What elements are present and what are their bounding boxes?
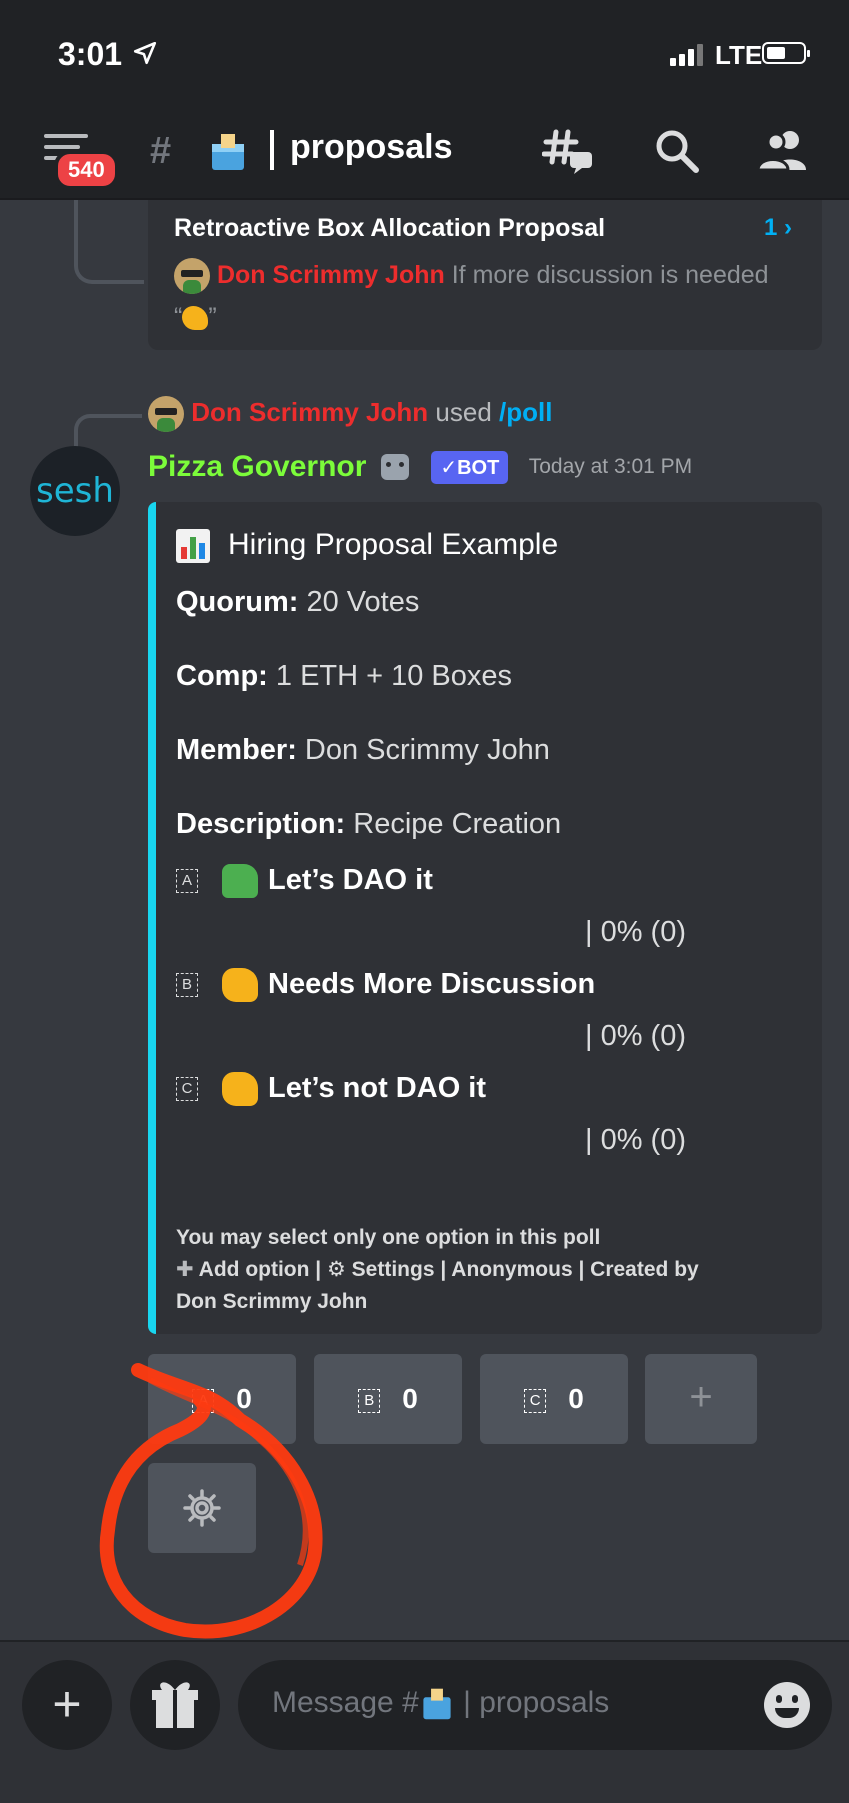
author-name[interactable]: Pizza Governor <box>148 450 366 483</box>
location-arrow-icon <box>133 41 157 65</box>
vote-count: 0 <box>568 1383 584 1414</box>
embed-title: Hiring Proposal Example <box>228 528 559 561</box>
embed-footer: You may select only one option in this p… <box>176 1222 796 1318</box>
status-bar: 3:01 LTE <box>0 0 849 100</box>
option-a-result: | 0% (0) <box>584 916 686 948</box>
field-comp: Comp: 1 ETH + 10 Boxes <box>176 660 513 692</box>
message-timestamp: Today at 3:01 PM <box>528 455 693 478</box>
footer-line-1: You may select only one option in this p… <box>176 1226 601 1249</box>
option-label: Needs More Discussion <box>268 968 596 1000</box>
members-icon[interactable] <box>756 124 810 178</box>
gift-button[interactable] <box>130 1660 220 1750</box>
channel-title: proposals <box>290 128 453 166</box>
embed-title-row: Hiring Proposal Example <box>176 528 559 564</box>
threads-icon[interactable] <box>542 124 596 178</box>
poll-option-c: C Let’s not DAO it <box>176 1072 487 1107</box>
user-avatar <box>148 396 184 432</box>
battery-icon <box>762 42 810 64</box>
user-avatar <box>174 258 210 295</box>
thread-author[interactable]: Don Scrimmy John <box>217 261 445 289</box>
discord-channel-screen: 3:01 LTE 540 # proposals Retroactive Box… <box>0 0 849 1803</box>
option-label: Let’s not DAO it <box>268 1072 487 1104</box>
ballot-box-icon <box>423 1688 451 1720</box>
header-separator <box>270 130 274 170</box>
vote-button-c[interactable]: C0 <box>480 1354 628 1444</box>
message-placeholder: Message # | proposals <box>272 1686 609 1721</box>
clock: 3:01 <box>58 36 123 72</box>
slash-command[interactable]: /poll <box>499 397 552 427</box>
ballot-box-icon <box>212 134 244 170</box>
attach-button[interactable]: + <box>22 1660 112 1750</box>
letter-c-icon: C <box>176 1077 198 1102</box>
command-user[interactable]: Don Scrimmy John <box>191 397 428 427</box>
field-quorum: Quorum: 20 Votes <box>176 586 420 618</box>
gift-icon <box>152 1682 198 1728</box>
poll-option-a: A Let’s DAO it <box>176 864 433 899</box>
bot-badge: ✓BOT <box>431 450 509 484</box>
footer-line-2: ✚ Add option | ⚙ Settings | Anonymous | … <box>176 1258 699 1281</box>
message-header: Pizza Governor ✓BOT Today at 3:01 PM <box>148 450 692 484</box>
thread-last-message: Don Scrimmy John If more discussion is n… <box>174 254 774 338</box>
vote-count: 0 <box>402 1383 418 1414</box>
option-b-result: | 0% (0) <box>584 1020 686 1052</box>
emoji-picker-icon[interactable] <box>764 1682 810 1728</box>
letter-b-icon: B <box>358 1388 381 1413</box>
private-channel-icon: # <box>150 130 172 172</box>
add-option-button[interactable]: + <box>645 1354 757 1444</box>
network-type: LTE <box>715 40 763 70</box>
thread-message-count[interactable]: 1 › <box>764 214 792 242</box>
pinching-hand-icon <box>182 306 209 331</box>
letter-c-icon: C <box>524 1388 547 1413</box>
thread-title: Retroactive Box Allocation Proposal <box>174 214 606 242</box>
bar-chart-icon <box>176 529 210 564</box>
poll-embed: Hiring Proposal Example Quorum: 20 Votes… <box>148 502 822 1334</box>
letter-b-icon: B <box>176 973 198 998</box>
footer-line-3: Don Scrimmy John <box>176 1290 368 1313</box>
search-icon[interactable] <box>650 124 704 178</box>
robot-icon <box>380 454 409 480</box>
unread-badge: 540 <box>54 150 119 190</box>
plus-icon: ✚ <box>176 1258 194 1281</box>
message-input[interactable]: Message # | proposals <box>238 1660 832 1750</box>
field-member: Member: Don Scrimmy John <box>176 734 550 766</box>
letter-a-icon: A <box>176 869 198 894</box>
message-composer: + Message # | proposals <box>0 1640 849 1803</box>
red-circle-annotation <box>99 1363 323 1639</box>
option-label: Let’s DAO it <box>268 864 433 896</box>
thumbs-up-icon <box>222 864 258 899</box>
bot-avatar[interactable]: sesh <box>30 446 120 536</box>
option-c-result: | 0% (0) <box>584 1124 686 1156</box>
thread-preview-end: ” <box>208 303 217 331</box>
thread-connector <box>74 200 144 284</box>
used-label: used <box>428 396 499 427</box>
field-description: Description: Recipe Creation <box>176 808 562 840</box>
thread-preview-card[interactable]: Retroactive Box Allocation Proposal 1 › … <box>148 200 822 350</box>
pinching-hand-icon <box>222 968 258 1003</box>
signal-strength-icon <box>670 44 703 66</box>
poll-option-b: B Needs More Discussion <box>176 968 596 1003</box>
channel-header: 540 # proposals <box>0 100 849 200</box>
command-reply-context: Don Scrimmy John used /poll <box>148 396 552 432</box>
gear-icon: ⚙ <box>327 1258 346 1281</box>
thumbs-down-icon <box>222 1072 258 1107</box>
